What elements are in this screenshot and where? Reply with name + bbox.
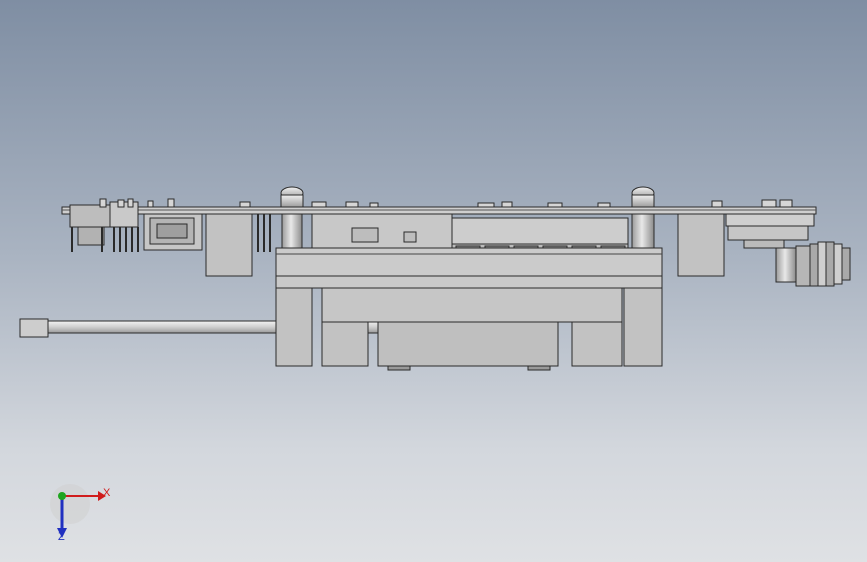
standoff-left <box>280 186 304 249</box>
lower-housing <box>275 275 663 371</box>
base-plate <box>275 247 663 277</box>
axis-x-label: X <box>103 487 111 499</box>
standoff-right <box>631 186 655 249</box>
pcb-top-components <box>99 198 793 208</box>
under-board-components <box>311 213 453 249</box>
round-connector <box>775 241 851 287</box>
graphics-viewport[interactable]: X Z <box>0 0 867 562</box>
assembly-model[interactable] <box>0 0 867 562</box>
pcb-board <box>61 206 817 215</box>
axis-z-label: Z <box>58 531 65 543</box>
orientation-triad: X Z <box>48 482 118 552</box>
